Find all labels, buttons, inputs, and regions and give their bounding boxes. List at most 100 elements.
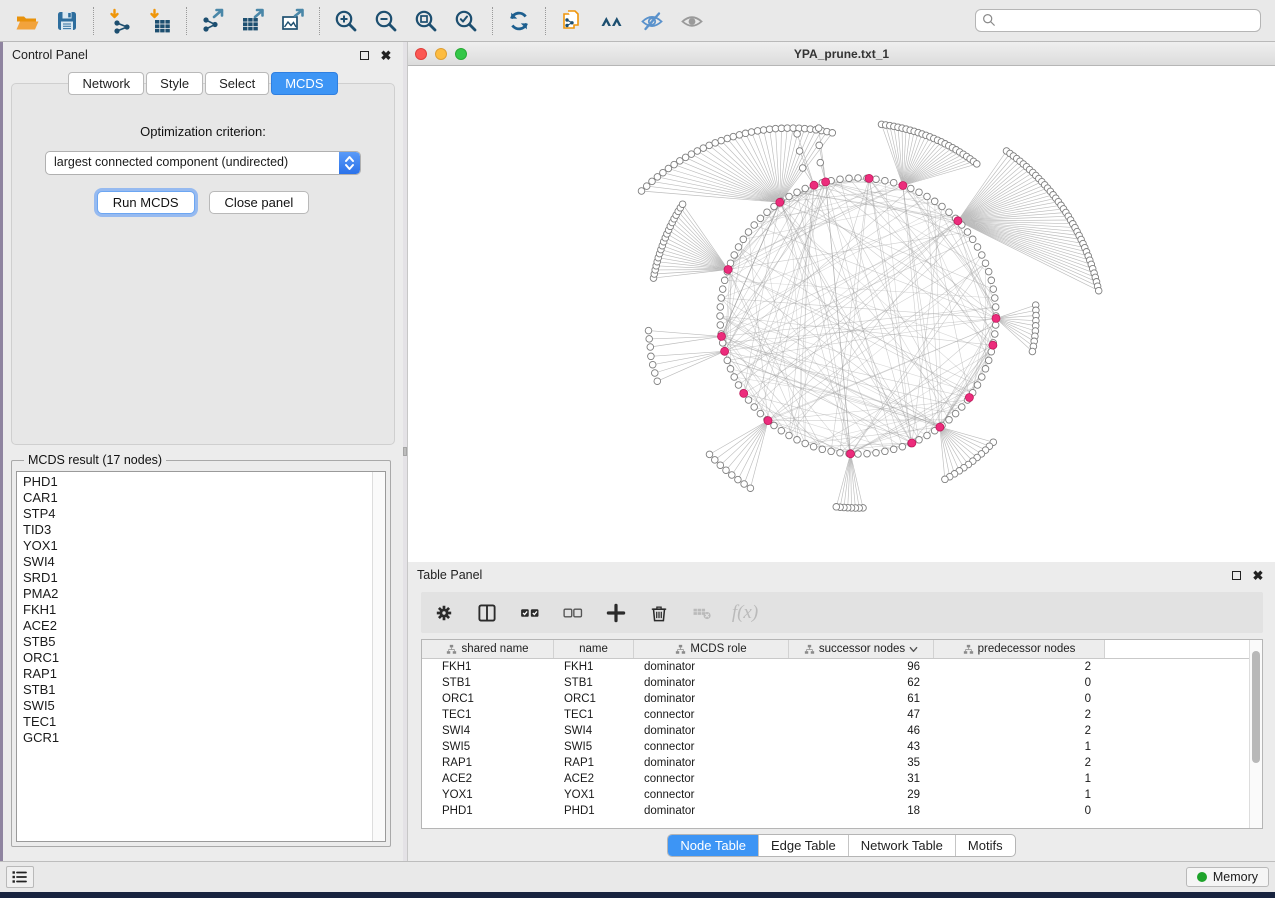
network-window-titlebar[interactable]: YPA_prune.txt_1 (408, 42, 1275, 66)
control-panel-float-button[interactable] (356, 47, 372, 63)
deselect-all-columns-icon[interactable] (560, 600, 586, 626)
window-minimize-traffic-light[interactable] (435, 48, 447, 60)
shared-column-icon (804, 644, 815, 655)
mcds-result-item[interactable]: RAP1 (23, 666, 372, 682)
zoom-in-icon[interactable] (329, 4, 363, 38)
table-row[interactable]: RAP1RAP1dominator352 (422, 755, 1249, 771)
control-panel-close-button[interactable]: ✖ (378, 47, 394, 63)
mcds-result-item[interactable]: STB5 (23, 634, 372, 650)
mcds-result-item[interactable]: PMA2 (23, 586, 372, 602)
table-tab-network-table[interactable]: Network Table (849, 835, 956, 856)
import-network-icon[interactable] (103, 4, 137, 38)
first-neighbors-icon[interactable] (595, 4, 629, 38)
panel-splitter[interactable] (403, 42, 407, 861)
table-tab-edge-table[interactable]: Edge Table (759, 835, 849, 856)
mcds-result-item[interactable]: GCR1 (23, 730, 372, 746)
table-tab-motifs[interactable]: Motifs (956, 835, 1015, 856)
table-cell: SWI4 (422, 725, 554, 737)
table-panel-close-button[interactable]: ✖ (1250, 567, 1266, 583)
table-row[interactable]: PHD1PHD1dominator180 (422, 803, 1249, 819)
export-table-icon[interactable] (236, 4, 270, 38)
open-file-icon[interactable] (10, 4, 44, 38)
main-toolbar (0, 0, 1275, 42)
node-table: shared namenameMCDS rolesuccessor nodesp… (421, 639, 1263, 829)
column-header-mcds-role[interactable]: MCDS role (634, 640, 789, 658)
close-panel-button[interactable]: Close panel (209, 191, 310, 214)
zoom-out-icon[interactable] (369, 4, 403, 38)
table-panel-float-button[interactable] (1228, 567, 1244, 583)
table-scrollbar[interactable] (1249, 640, 1262, 828)
function-builder-icon: f(x) (732, 600, 758, 626)
control-tab-select[interactable]: Select (205, 72, 269, 95)
table-cell: 1 (934, 789, 1105, 801)
column-header-name[interactable]: name (554, 640, 634, 658)
table-cell: 2 (934, 661, 1105, 673)
toolbar-separator (319, 7, 320, 35)
hide-selected-icon[interactable] (635, 4, 669, 38)
search-box (975, 9, 1261, 32)
splitter-handle[interactable] (403, 447, 407, 456)
export-image-icon[interactable] (276, 4, 310, 38)
table-row[interactable]: TEC1TEC1connector472 (422, 707, 1249, 723)
select-all-columns-icon[interactable] (517, 600, 543, 626)
memory-button[interactable]: Memory (1186, 867, 1269, 887)
export-network-icon[interactable] (196, 4, 230, 38)
reapply-layout-icon[interactable] (502, 4, 536, 38)
delete-columns-icon[interactable] (646, 600, 672, 626)
optimization-criterion-select[interactable]: largest connected component (undirected) (45, 151, 361, 175)
toolbar-group (502, 4, 536, 38)
mcds-result-item[interactable]: PHD1 (23, 474, 372, 490)
mcds-result-item[interactable]: ACE2 (23, 618, 372, 634)
table-scrollbar-thumb[interactable] (1252, 651, 1260, 763)
mcds-result-item[interactable]: SRD1 (23, 570, 372, 586)
table-row[interactable]: YOX1YOX1connector291 (422, 787, 1249, 803)
save-session-icon[interactable] (50, 4, 84, 38)
result-list-scrollbar[interactable] (372, 472, 385, 841)
mcds-result-item[interactable]: FKH1 (23, 602, 372, 618)
control-tab-mcds[interactable]: MCDS (271, 72, 337, 95)
duplicate-network-icon[interactable] (555, 4, 589, 38)
mcds-result-item[interactable]: STP4 (23, 506, 372, 522)
mcds-result-item[interactable]: SWI4 (23, 554, 372, 570)
table-cell: SWI4 (554, 725, 634, 737)
mcds-result-item[interactable]: CAR1 (23, 490, 372, 506)
table-cell: connector (634, 789, 789, 801)
table-settings-gear-icon[interactable] (431, 600, 457, 626)
table-tab-node-table[interactable]: Node Table (668, 835, 759, 856)
show-all-icon[interactable] (675, 4, 709, 38)
mcds-result-item[interactable]: SWI5 (23, 698, 372, 714)
network-graph[interactable] (408, 66, 1275, 562)
mcds-result-item[interactable]: TID3 (23, 522, 372, 538)
window-zoom-traffic-light[interactable] (455, 48, 467, 60)
column-header-predecessor-nodes[interactable]: predecessor nodes (934, 640, 1105, 658)
shared-column-icon (675, 644, 686, 655)
control-tab-style[interactable]: Style (146, 72, 203, 95)
table-row[interactable]: STB1STB1dominator620 (422, 675, 1249, 691)
search-input[interactable] (975, 9, 1261, 32)
table-row[interactable]: ORC1ORC1dominator610 (422, 691, 1249, 707)
run-mcds-button[interactable]: Run MCDS (97, 191, 195, 214)
mcds-result-item[interactable]: ORC1 (23, 650, 372, 666)
mcds-result-list[interactable]: PHD1CAR1STP4TID3YOX1SWI4SRD1PMA2FKH1ACE2… (16, 471, 386, 842)
zoom-fit-icon[interactable] (409, 4, 443, 38)
task-history-button[interactable] (6, 866, 34, 888)
mcds-result-item[interactable]: YOX1 (23, 538, 372, 554)
mcds-result-item[interactable]: STB1 (23, 682, 372, 698)
table-cell: dominator (634, 677, 789, 689)
import-table-icon[interactable] (143, 4, 177, 38)
table-cell: TEC1 (554, 709, 634, 721)
window-close-traffic-light[interactable] (415, 48, 427, 60)
table-row[interactable]: SWI4SWI4dominator462 (422, 723, 1249, 739)
mcds-result-item[interactable]: TEC1 (23, 714, 372, 730)
show-columns-icon[interactable] (474, 600, 500, 626)
table-row[interactable]: ACE2ACE2connector311 (422, 771, 1249, 787)
control-tab-network[interactable]: Network (68, 72, 144, 95)
column-header-successor-nodes[interactable]: successor nodes (789, 640, 934, 658)
network-view-canvas[interactable] (408, 66, 1275, 562)
zoom-selected-icon[interactable] (449, 4, 483, 38)
add-column-icon[interactable] (603, 600, 629, 626)
column-header-shared-name[interactable]: shared name (422, 640, 554, 658)
table-row[interactable]: FKH1FKH1dominator962 (422, 659, 1249, 675)
graph-nodes[interactable] (638, 121, 1102, 511)
table-row[interactable]: SWI5SWI5connector431 (422, 739, 1249, 755)
